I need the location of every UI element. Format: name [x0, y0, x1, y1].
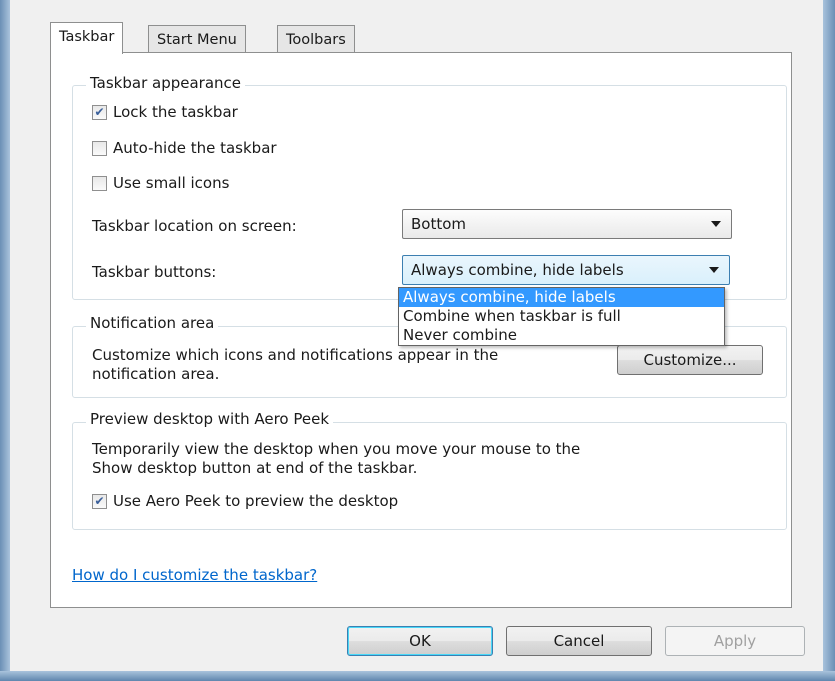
- taskbar-buttons-select[interactable]: Always combine, hide labels: [402, 255, 730, 285]
- small-icons-label: Use small icons: [113, 174, 230, 192]
- apply-button[interactable]: Apply: [665, 626, 805, 656]
- dropdown-option-combine-when-full[interactable]: Combine when taskbar is full: [399, 307, 724, 326]
- window-frame-right: [823, 0, 835, 681]
- cancel-button[interactable]: Cancel: [506, 626, 652, 656]
- aero-peek-legend: Preview desktop with Aero Peek: [86, 410, 334, 428]
- customize-button[interactable]: Customize...: [617, 345, 763, 375]
- autohide-taskbar-label: Auto-hide the taskbar: [113, 139, 277, 157]
- chevron-down-icon: [711, 221, 721, 227]
- taskbar-location-value: Bottom: [411, 215, 467, 233]
- taskbar-buttons-value: Always combine, hide labels: [411, 261, 624, 279]
- use-aero-peek-checkbox[interactable]: ✔ Use Aero Peek to preview the desktop: [92, 492, 398, 510]
- autohide-taskbar-checkbox[interactable]: Auto-hide the taskbar: [92, 139, 277, 157]
- taskbar-location-label: Taskbar location on screen:: [92, 217, 297, 235]
- taskbar-buttons-label: Taskbar buttons:: [92, 263, 217, 281]
- tab-toolbars[interactable]: Toolbars: [277, 25, 355, 54]
- unchecked-box-icon: [92, 175, 107, 191]
- use-aero-peek-label: Use Aero Peek to preview the desktop: [113, 492, 399, 510]
- dropdown-option-always-combine[interactable]: Always combine, hide labels: [399, 288, 724, 307]
- taskbar-buttons-dropdown: Always combine, hide labels Combine when…: [398, 287, 725, 346]
- small-icons-checkbox[interactable]: Use small icons: [92, 174, 229, 192]
- help-link[interactable]: How do I customize the taskbar?: [72, 566, 317, 584]
- aero-peek-description-line1: Temporarily view the desktop when you mo…: [92, 440, 581, 458]
- notification-area-legend: Notification area: [86, 314, 219, 332]
- check-icon: ✔: [92, 104, 107, 120]
- tab-taskbar[interactable]: Taskbar: [50, 22, 124, 54]
- ok-button[interactable]: OK: [347, 626, 493, 656]
- notification-description-line2: notification area.: [92, 365, 220, 383]
- unchecked-box-icon: [92, 140, 107, 156]
- tab-start-menu[interactable]: Start Menu: [148, 25, 246, 54]
- check-icon: ✔: [92, 493, 107, 509]
- lock-taskbar-checkbox[interactable]: ✔ Lock the taskbar: [92, 103, 238, 121]
- window-frame-bottom: [0, 671, 835, 681]
- taskbar-appearance-legend: Taskbar appearance: [86, 74, 246, 92]
- lock-taskbar-label: Lock the taskbar: [113, 103, 238, 121]
- notification-description-line1: Customize which icons and notifications …: [92, 346, 499, 364]
- chevron-down-icon: [709, 267, 719, 273]
- dropdown-option-never-combine[interactable]: Never combine: [399, 326, 724, 345]
- window-frame-left: [0, 0, 10, 681]
- aero-peek-description-line2: Show desktop button at end of the taskba…: [92, 459, 418, 477]
- taskbar-location-select[interactable]: Bottom: [402, 209, 732, 239]
